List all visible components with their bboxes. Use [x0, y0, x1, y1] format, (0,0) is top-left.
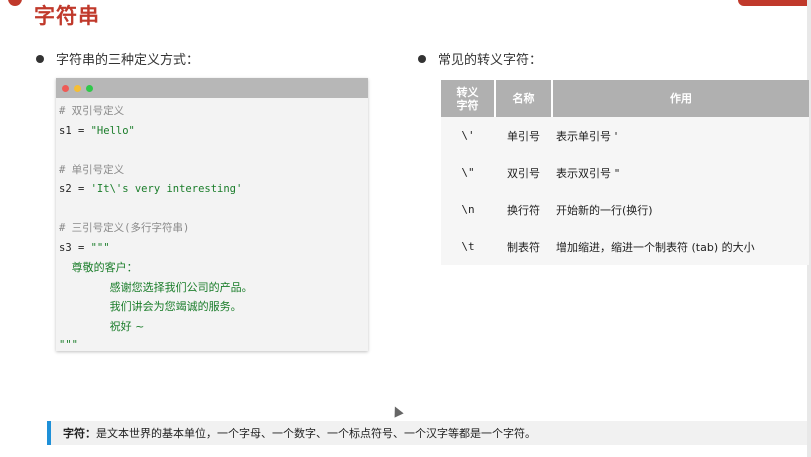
code-line: 我们讲会为您竭诚的服务。	[59, 297, 368, 317]
bullet-dot-icon	[418, 54, 426, 63]
code-assignment: s3 =	[59, 241, 91, 254]
cell-function: 表示双引号 "	[556, 166, 620, 180]
cell-function: 开始新的一行(换行)	[556, 203, 653, 217]
code-body: # 双引号定义 s1 = "Hello" # 单引号定义 s2 = 'It\'s v…	[56, 98, 368, 356]
code-line: # 双引号定义	[59, 102, 368, 122]
code-window: # 双引号定义 s1 = "Hello" # 单引号定义 s2 = 'It\'s v…	[56, 78, 368, 351]
cell-function: 表示单引号 '	[556, 129, 618, 143]
cell-escape: \"	[461, 166, 475, 179]
code-string: 我们讲会为您竭诚的服务。	[109, 300, 242, 313]
code-line: s2 = 'It\'s very interesting'	[59, 180, 368, 200]
minimize-dot-icon	[74, 84, 81, 92]
header-function: 作用	[551, 80, 809, 117]
maximize-dot-icon	[86, 84, 93, 92]
table-row: \' 单引号 表示单引号 '	[441, 117, 809, 154]
cell-name: 单引号	[507, 129, 540, 143]
code-line: """	[59, 336, 368, 356]
code-line: 尊敬的客户：	[59, 258, 368, 278]
code-string: 感谢您选择我们公司的产品。	[109, 280, 253, 294]
code-assignment: s1 =	[59, 124, 91, 137]
right-bullet: 常见的转义字符：	[418, 49, 542, 68]
cell-name: 制表符	[507, 240, 540, 254]
code-comment: # 三引号定义(多行字符串)	[59, 222, 190, 234]
note-label: 字符：	[63, 427, 96, 440]
code-string: 'It\'s very interesting'	[90, 183, 243, 195]
code-string: "Hello"	[90, 124, 135, 137]
table-row: \t 制表符 增加缩进，缩进一个制表符 (tab) 的大小	[441, 228, 809, 265]
note-text: 是文本世界的基本单位，一个字母、一个数字、一个标点符号、一个汉字等都是一个字符。	[96, 427, 536, 440]
close-dot-icon	[62, 84, 69, 92]
escape-table: 转义 字符 名称 作用 \' 单引号 表示单引号 ' \" 双引号 表示双引号 "…	[441, 80, 809, 265]
code-string: 祝好 ~	[109, 319, 145, 333]
code-line: # 单引号定义	[59, 161, 368, 181]
code-string: """	[90, 241, 110, 254]
code-line: s3 = """	[59, 239, 368, 259]
note-box: 字符： 是文本世界的基本单位，一个字母、一个数字、一个标点符号、一个汉字等都是一…	[47, 421, 807, 445]
left-heading: 字符串的三种定义方式：	[56, 53, 200, 68]
code-line: 感谢您选择我们公司的产品。	[59, 278, 368, 298]
corner-decoration	[8, 0, 22, 6]
cell-escape: \t	[461, 240, 475, 253]
code-line: 祝好 ~	[59, 317, 368, 337]
cell-name: 双引号	[507, 166, 540, 180]
code-assignment: s2 =	[59, 183, 91, 195]
mouse-cursor-icon	[390, 404, 404, 418]
table-row: \" 双引号 表示双引号 "	[441, 154, 809, 191]
table-row: \n 换行符 开始新的一行(换行)	[441, 191, 809, 228]
code-comment: # 单引号定义	[59, 163, 125, 176]
page-title: 字符串	[34, 4, 100, 28]
bullet-dot-icon	[36, 54, 44, 63]
code-line: s1 = "Hello"	[59, 122, 368, 142]
top-right-tab	[738, 0, 811, 6]
header-name: 名称	[494, 80, 552, 117]
header-escape-char: 转义 字符	[441, 80, 495, 117]
code-string: """	[59, 339, 78, 351]
code-line: # 三引号定义(多行字符串)	[59, 219, 368, 239]
code-string: 尊敬的客户：	[71, 261, 138, 274]
cell-escape: \'	[461, 129, 475, 142]
cell-name: 换行符	[507, 203, 540, 217]
code-comment: # 双引号定义	[59, 105, 125, 117]
cell-escape: \n	[461, 203, 475, 216]
code-window-titlebar	[56, 78, 368, 98]
table-header-row: 转义 字符 名称 作用	[441, 80, 809, 117]
cell-function: 增加缩进，缩进一个制表符 (tab) 的大小	[556, 240, 755, 254]
right-heading: 常见的转义字符：	[438, 53, 543, 68]
left-bullet: 字符串的三种定义方式：	[36, 49, 199, 68]
